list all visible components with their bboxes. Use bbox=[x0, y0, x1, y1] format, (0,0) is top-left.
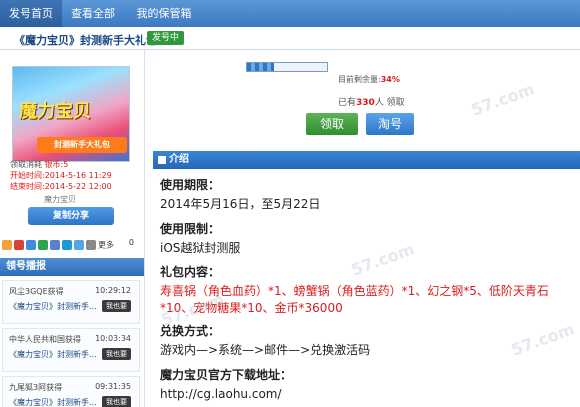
download-address-label: 魔力宝贝官方下载地址： bbox=[160, 368, 293, 382]
feed-time: 09:31:35 bbox=[95, 382, 131, 391]
douban-icon[interactable] bbox=[74, 240, 84, 250]
redeem-method-label: 兑换方式： bbox=[160, 324, 221, 338]
page-title: 《魔力宝贝》封测新手大礼包 bbox=[14, 34, 157, 47]
download-address-link[interactable]: http://cg.laohu.com/ bbox=[160, 386, 575, 403]
consume-value: 银币:5 bbox=[44, 160, 69, 169]
claim-button[interactable]: 领取 bbox=[306, 113, 358, 135]
me-too-button[interactable]: 我也要 bbox=[102, 348, 131, 360]
cover-logo: 魔力宝贝 bbox=[19, 101, 91, 122]
plus-icon[interactable] bbox=[86, 240, 96, 250]
renren-icon[interactable] bbox=[50, 240, 60, 250]
cover-ribbon: 封测新手大礼包 bbox=[37, 137, 127, 153]
end-time-label: 结束时间: bbox=[10, 182, 45, 191]
feed-time: 10:03:34 bbox=[95, 334, 131, 343]
tab-my-box[interactable]: 我的保管箱 bbox=[124, 0, 204, 27]
me-too-button[interactable]: 我也要 bbox=[102, 300, 131, 312]
tao-button[interactable]: 淘号 bbox=[366, 113, 414, 135]
usage-period: 使用期限： 2014年5月16日，至5月22日 bbox=[160, 176, 575, 213]
feed-gift-link[interactable]: 《魔力宝贝》封测新手... bbox=[9, 301, 97, 312]
top-nav: 发号首页 查看全部 我的保管箱 bbox=[0, 0, 580, 27]
claimed-suffix: 人 领取 bbox=[374, 98, 405, 108]
feed-item: 中华人民共和国获得 10:03:34 《魔力宝贝》封测新手... 我也要 bbox=[2, 328, 140, 372]
qq-icon[interactable] bbox=[62, 240, 72, 250]
section-square-icon bbox=[158, 156, 166, 164]
feed-gift-link[interactable]: 《魔力宝贝》封测新手... bbox=[9, 349, 97, 360]
usage-period-label: 使用期限： bbox=[160, 178, 221, 192]
wechat-icon[interactable] bbox=[38, 240, 48, 250]
feed-user: 风尘3GQE获得 bbox=[9, 287, 64, 296]
end-time-value: 2014-5-22 12:00 bbox=[44, 182, 112, 191]
start-time: 开始时间:2014-5-16 11:29 bbox=[10, 170, 112, 181]
me-too-button[interactable]: 我也要 bbox=[102, 396, 131, 407]
feed-time: 10:29:12 bbox=[95, 286, 131, 295]
tab-view-all[interactable]: 查看全部 bbox=[62, 0, 124, 27]
remaining-stock: 目前剩余量:34% bbox=[338, 74, 400, 85]
title-bar: 《魔力宝贝》封测新手大礼包 发号中 bbox=[0, 27, 580, 50]
feed-user: 中华人民共和国获得 bbox=[9, 335, 81, 344]
end-time: 结束时间:2014-5-22 12:00 bbox=[10, 181, 112, 192]
remaining-label: 目前剩余量: bbox=[338, 75, 381, 84]
more-link[interactable]: 更多 bbox=[98, 241, 114, 250]
feed-item: 九尾狐3阿获得 09:31:35 《魔力宝贝》封测新手... 我也要 bbox=[2, 376, 140, 407]
consume-label: 领取消耗 bbox=[10, 160, 42, 169]
feed-user: 九尾狐3阿获得 bbox=[9, 383, 63, 392]
feed-item: 风尘3GQE获得 10:29:12 《魔力宝贝》封测新手... 我也要 bbox=[2, 280, 140, 324]
stock-progress-fill bbox=[247, 63, 275, 71]
category-label: 魔力宝贝 bbox=[44, 195, 76, 204]
tab-home[interactable]: 发号首页 bbox=[0, 0, 62, 27]
left-sidebar: 魔力宝贝 封测新手大礼包 领取消耗 银币:5 开始时间:2014-5-16 11… bbox=[0, 50, 145, 407]
status-badge: 发号中 bbox=[147, 31, 185, 45]
start-time-label: 开始时间: bbox=[10, 171, 45, 180]
watermark: 57.com bbox=[468, 79, 537, 120]
social-share-bar: 更多 0 bbox=[2, 238, 140, 252]
feed-gift-link[interactable]: 《魔力宝贝》封测新手... bbox=[9, 397, 97, 407]
qzone-icon[interactable] bbox=[2, 240, 12, 250]
share-count: 0 bbox=[128, 238, 134, 247]
claimed-number: 330 bbox=[356, 98, 375, 108]
start-time-value: 2014-5-16 11:29 bbox=[44, 171, 112, 180]
usage-limit: 使用限制： iOS越狱封测服 bbox=[160, 220, 575, 257]
claimed-count: 已有330人 领取 bbox=[338, 95, 405, 108]
intro-section-header: 介绍 bbox=[153, 151, 580, 169]
stock-progress-bar bbox=[246, 62, 328, 72]
feed-title: 领号播报 bbox=[0, 258, 144, 276]
copy-share-button[interactable]: 复制分享 bbox=[28, 207, 114, 225]
download-address: 魔力宝贝官方下载地址： http://cg.laohu.com/ bbox=[160, 366, 575, 403]
tencent-weibo-icon[interactable] bbox=[26, 240, 36, 250]
gift-cover-image: 魔力宝贝 封测新手大礼包 bbox=[12, 66, 130, 162]
weibo-icon[interactable] bbox=[14, 240, 24, 250]
consume-info: 领取消耗 银币:5 bbox=[10, 159, 68, 170]
usage-period-value: 2014年5月16日，至5月22日 bbox=[160, 197, 321, 211]
remaining-percent: 34% bbox=[380, 75, 400, 84]
intro-section-title: 介绍 bbox=[169, 154, 189, 165]
usage-limit-label: 使用限制： bbox=[160, 222, 221, 236]
claimed-prefix: 已有 bbox=[338, 98, 357, 108]
